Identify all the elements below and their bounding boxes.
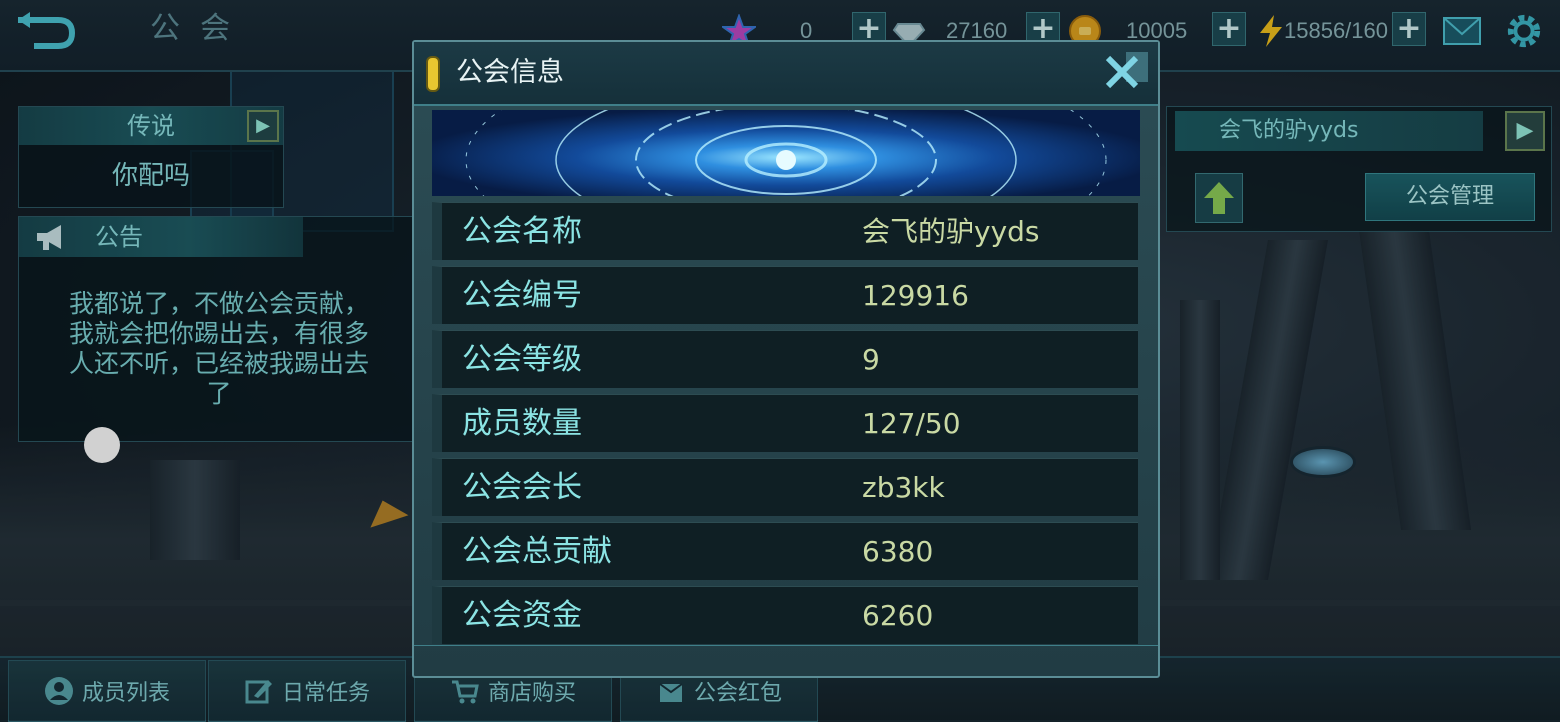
guild-banner-image	[432, 110, 1140, 196]
info-row-guild-id: 公会编号 129916	[432, 266, 1138, 324]
dialog-title: 公会信息	[456, 57, 564, 88]
row-key: 公会总贡献	[462, 534, 612, 569]
row-value: 会飞的驴yyds	[862, 215, 1040, 248]
dialog-footer	[414, 645, 1158, 676]
info-row-guild-level: 公会等级 9	[432, 330, 1138, 388]
info-row-member-count: 成员数量 127/50	[432, 394, 1138, 452]
row-value: 6260	[862, 599, 934, 632]
row-value: 127/50	[862, 407, 961, 440]
row-key: 公会等级	[462, 342, 582, 377]
row-value: 6380	[862, 535, 934, 568]
row-key: 公会名称	[462, 214, 582, 249]
close-icon[interactable]	[1102, 52, 1148, 94]
row-key: 公会会长	[462, 470, 582, 505]
dialog-header: 公会信息	[414, 42, 1158, 106]
row-key: 成员数量	[462, 406, 582, 441]
title-marker	[428, 58, 438, 90]
info-row-guild-funds: 公会资金 6260	[432, 586, 1138, 644]
row-key: 公会资金	[462, 598, 582, 633]
guild-info-dialog: 公会信息 公会名称 会飞的驴yyds 公会编号 129916 公会等级 9 成员	[412, 40, 1160, 678]
row-key: 公会编号	[462, 278, 582, 313]
info-row-guild-leader: 公会会长 zb3kk	[432, 458, 1138, 516]
info-row-guild-name: 公会名称 会飞的驴yyds	[432, 202, 1138, 260]
row-value: 129916	[862, 279, 969, 312]
row-value: zb3kk	[862, 471, 945, 504]
row-value: 9	[862, 343, 880, 376]
info-row-total-contribution: 公会总贡献 6380	[432, 522, 1138, 580]
